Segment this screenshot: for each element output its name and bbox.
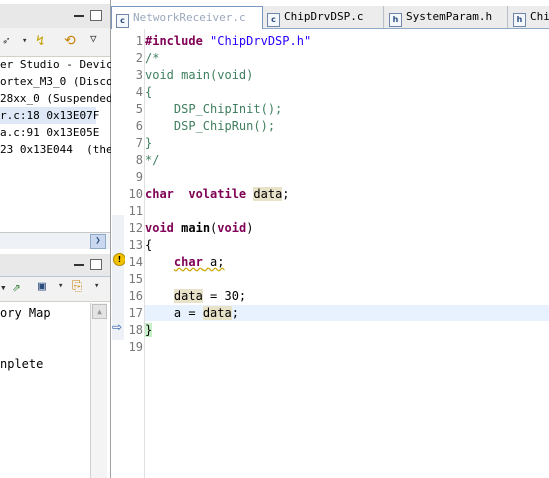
keyword: void xyxy=(217,221,247,235)
tree-item-selected[interactable]: r.c:18 0x13E07F xyxy=(0,107,99,124)
line-number: 12 xyxy=(128,221,143,235)
keyword: char xyxy=(145,187,174,201)
code-line[interactable]: } xyxy=(145,322,153,339)
line-number: 18 xyxy=(128,323,143,337)
view-menu-icon[interactable]: ▽ xyxy=(90,32,97,45)
minimize-icon[interactable] xyxy=(74,264,84,266)
h-file-icon: h xyxy=(513,13,526,27)
dropdown-icon[interactable]: ▾ xyxy=(22,36,27,46)
code-text: a; xyxy=(202,255,225,269)
code-line[interactable]: } xyxy=(145,135,152,152)
tab-chi[interactable]: h Chi xyxy=(509,6,549,28)
code-line[interactable]: data = 30; xyxy=(145,288,246,305)
punctuation: ; xyxy=(231,306,239,320)
string-literal: "ChipDrvDSP.h" xyxy=(210,34,312,48)
c-file-icon: c xyxy=(116,14,129,28)
vertical-scrollbar[interactable]: ▲ xyxy=(90,303,107,478)
line-number: 6 xyxy=(135,119,143,133)
line-number: 11 xyxy=(128,204,143,218)
punctuation: ) xyxy=(246,221,254,235)
line-number: 8 xyxy=(135,153,143,167)
matching-bracket: } xyxy=(145,323,153,337)
debug-view-header xyxy=(0,4,110,29)
function-name: main xyxy=(181,221,211,235)
line-number: 5 xyxy=(135,102,143,116)
tab-label: NetworkReceiver.c xyxy=(133,11,246,24)
dropdown-icon[interactable]: ▾ xyxy=(94,281,99,291)
tree-item[interactable]: 28xx_0 (Suspended) xyxy=(0,90,119,107)
memory-toolbar: ▾ ⇗ ▣ ▾ ⎘ ▾ xyxy=(0,277,110,302)
code-line[interactable]: { xyxy=(145,237,152,254)
dropdown-icon[interactable]: ▾ xyxy=(58,281,63,291)
reset-icon[interactable]: ⟲ xyxy=(64,33,76,49)
step-over-icon[interactable]: ➶ xyxy=(2,34,10,49)
line-number: 7 xyxy=(135,136,143,150)
keyword: void xyxy=(145,221,174,235)
maximize-icon[interactable] xyxy=(90,259,102,270)
memory-view-header xyxy=(0,254,110,277)
punctuation: ; xyxy=(282,187,290,201)
tab-label: SystemParam.h xyxy=(406,10,493,23)
variable-occurrence: data xyxy=(253,187,283,201)
variable-occurrence: data xyxy=(202,306,232,320)
tree-item[interactable]: ortex_M3_0 (Disco xyxy=(0,73,113,90)
maximize-icon[interactable] xyxy=(90,10,102,21)
line-number: 15 xyxy=(128,272,143,286)
code-line[interactable]: */ xyxy=(145,152,159,169)
c-file-icon: c xyxy=(267,13,280,27)
line-number: 9 xyxy=(135,170,143,184)
code-line[interactable]: { xyxy=(145,84,152,101)
code-line[interactable]: void main(void) xyxy=(145,67,253,84)
line-number: 4 xyxy=(135,85,143,99)
line-number: 17 xyxy=(128,306,143,320)
tree-item[interactable]: er Studio - Device xyxy=(0,56,119,73)
line-number: 3 xyxy=(135,68,143,82)
horizontal-scrollbar[interactable]: ❯ xyxy=(0,232,110,249)
minimize-icon[interactable] xyxy=(74,15,84,17)
editor-tab-bar: cNetworkReceiver.c ✕ cChipDrvDSP.c hSyst… xyxy=(111,6,549,46)
tab-systemparam[interactable]: h SystemParam.h xyxy=(385,6,508,28)
debug-toolbar: ➶ ▾ ↯ ⟲ ▽ xyxy=(0,28,110,57)
tab-chipdrvdsp[interactable]: c ChipDrvDSP.c xyxy=(263,6,384,28)
line-number: 14 xyxy=(128,255,143,269)
monitor-icon[interactable]: ▣ xyxy=(38,279,46,294)
tab-label: Chi xyxy=(530,10,549,23)
line-number: 10 xyxy=(128,187,143,201)
code-line[interactable]: DSP_ChipInit(); xyxy=(145,101,282,118)
code-line[interactable]: char volatile data; xyxy=(145,186,290,203)
code-text: = 30; xyxy=(202,289,247,303)
tab-label: ChipDrvDSP.c xyxy=(284,10,364,23)
list-item[interactable]: ory Map xyxy=(0,305,51,322)
keyword: #include xyxy=(145,34,203,48)
code-line[interactable]: /* xyxy=(145,50,159,67)
keyword: char xyxy=(173,255,203,269)
h-file-icon: h xyxy=(389,13,402,27)
scroll-right-icon[interactable]: ❯ xyxy=(90,234,106,249)
code-text: a = xyxy=(173,306,203,320)
new-tab-icon[interactable]: ⎘ xyxy=(72,279,82,294)
scroll-up-icon[interactable]: ▲ xyxy=(92,304,107,319)
keyword: volatile xyxy=(188,187,247,201)
line-number: 1 xyxy=(135,34,143,48)
line-number: 2 xyxy=(135,51,143,65)
code-line-current[interactable]: a = data; xyxy=(145,305,239,322)
dropdown-icon[interactable]: ▾ xyxy=(0,281,7,294)
tree-item[interactable]: 23 0x13E044 (the xyxy=(0,141,113,158)
code-line[interactable]: DSP_ChipRun(); xyxy=(145,118,275,135)
line-number: 19 xyxy=(128,340,143,354)
line-number: 13 xyxy=(128,238,143,252)
tree-item[interactable]: a.c:91 0x13E05E xyxy=(0,124,99,141)
variable-occurrence: data xyxy=(173,289,203,303)
code-line[interactable]: void main(void) xyxy=(145,220,253,237)
pin-icon[interactable]: ⇗ xyxy=(12,279,20,295)
current-instruction-arrow-icon: ⇨ xyxy=(112,320,123,334)
code-line[interactable]: #include "ChipDrvDSP.h" xyxy=(145,33,311,50)
code-line[interactable]: char a; xyxy=(145,254,225,271)
list-item[interactable]: nplete xyxy=(0,356,43,373)
step-into-icon[interactable]: ↯ xyxy=(36,33,44,49)
line-number: 16 xyxy=(128,289,143,303)
tab-networkreceiver[interactable]: cNetworkReceiver.c ✕ xyxy=(111,6,263,46)
